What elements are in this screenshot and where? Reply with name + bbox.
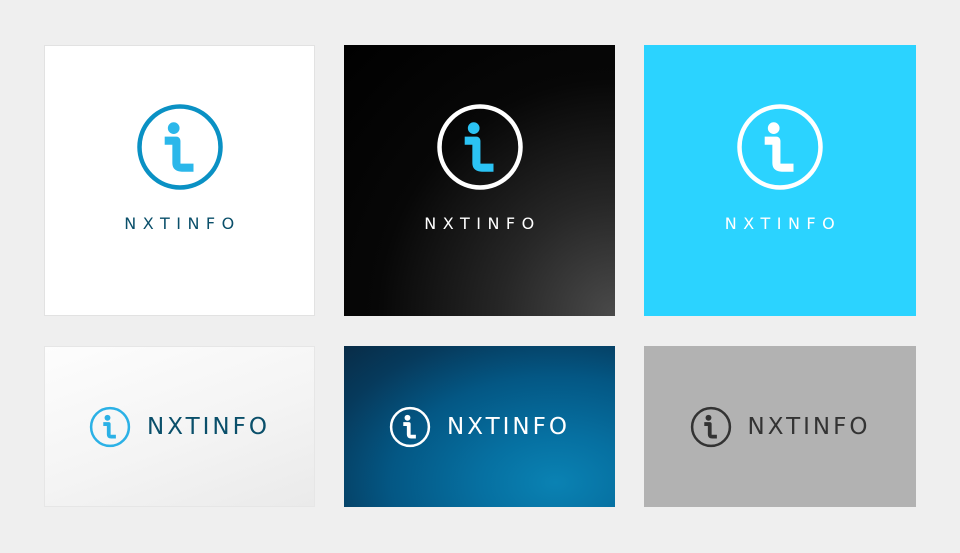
logo-dot [104,414,111,421]
logo-card-cyan: NXTINFO [644,45,916,316]
logo-dot [167,122,180,134]
logo-stem [103,421,116,439]
brand-wordmark: NXTINFO [424,214,541,233]
info-logo-icon [389,406,431,447]
logo-lockup-stacked: NXTINFO [719,104,842,233]
logo-card-black: NXTINFO [344,45,615,316]
brand-wordmark: NXTINFO [724,214,842,233]
info-logo-icon [690,406,731,447]
logo-dot [467,122,480,134]
logo-stem [403,421,416,439]
logo-lockup-horizontal: NXTINFO [690,406,871,448]
logo-stem [703,421,717,439]
brand-wordmark: NXTINFO [747,413,871,440]
logo-lockup-horizontal: NXTINFO [89,406,270,448]
logo-card-grey: NXTINFO [644,346,916,507]
logo-card-blue: NXTINFO [344,346,615,507]
logo-card-white: NXTINFO [44,45,315,316]
logo-stem [164,136,193,172]
brand-wordmark: NXTINFO [447,413,570,440]
logo-lockup-stacked: NXTINFO [418,104,541,233]
logo-dot [705,414,711,421]
info-logo-icon [436,104,523,190]
logo-lockup-stacked: NXTINFO [118,104,241,233]
info-logo-icon [89,406,131,447]
logo-card-light: NXTINFO [44,346,315,507]
logo-stem [764,136,794,172]
logo-dot [767,122,780,134]
brand-wordmark: NXTINFO [124,214,241,233]
info-logo-icon [136,104,223,190]
info-logo-icon [737,104,823,190]
logo-lockup-horizontal: NXTINFO [389,406,570,448]
logo-stem [464,136,493,172]
logo-dot [404,414,411,421]
brand-wordmark: NXTINFO [147,413,270,440]
